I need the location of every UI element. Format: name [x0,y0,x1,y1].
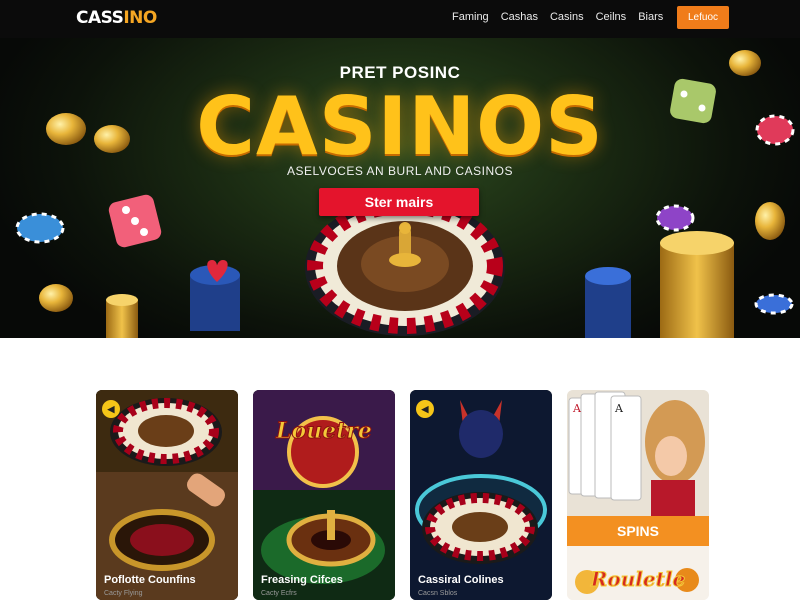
hero-banner: PRET POSINC CASINOS ASELVOCES AN BURL AN… [0,38,800,338]
roulette-wheel-icon [96,390,238,600]
nav-item-2[interactable]: Cashas [501,11,538,23]
hero-cta-button[interactable]: Ster mairs [319,188,479,216]
game-card-subtitle: Cacty Ecfrs [261,590,297,597]
top-navigation-bar: CASSINO Faming Cashas Casins Ceilns Biar… [0,0,800,38]
game-card-4[interactable]: A A Rouletle SPINS [567,390,709,600]
card-rank-text: A [572,402,582,415]
game-card-3[interactable]: ◀ Cassiral Colines Cacsn Sblos [410,390,552,600]
masked-dealer-icon [410,390,552,600]
game-card-title: Poflotte Counfins [104,574,196,586]
spins-button[interactable]: SPINS [567,516,709,546]
nav-item-4[interactable]: Ceilns [596,11,627,23]
game-card-subtitle: Cacsn Sblos [418,590,458,597]
roulette-wheel-icon [305,198,505,336]
nav-item-3[interactable]: Casins [550,11,584,23]
roulette-sign-text: Rouletle [590,567,685,591]
game-card-subtitle: Cacty Flying [104,590,143,597]
game-card-title: Freasing Cifces [261,574,343,586]
logo-text-part-1: CASS [76,8,124,28]
roulette-sign-text: Louetre [275,418,372,444]
game-card-2[interactable]: Louetre Freasing Cifces Cacty Ecfrs [253,390,395,600]
hero-subline: ASELVOCES AN BURL AND CASINOS [287,164,513,178]
card-rank-text: A [614,402,624,415]
site-logo[interactable]: CASSINO [76,8,157,28]
nav-item-5[interactable]: Biars [638,11,663,23]
hero-headline: CASINOS [196,80,604,173]
game-card-1[interactable]: ◀ Poflotte Counfins Cacty Flying [96,390,238,600]
main-nav: Faming Cashas Casins Ceilns Biars [452,11,663,23]
back-arrow-icon[interactable]: ◀ [102,400,120,418]
game-card-title: Cassiral Colines [418,574,504,586]
logo-text-part-2: INO [123,8,157,28]
header-cta-button[interactable]: Lefuoc [677,6,729,29]
nav-item-1[interactable]: Faming [452,11,489,23]
roulette-sign-icon: Louetre [253,390,395,600]
back-arrow-icon[interactable]: ◀ [416,400,434,418]
playing-card-icon: A A Rouletle [567,390,709,600]
